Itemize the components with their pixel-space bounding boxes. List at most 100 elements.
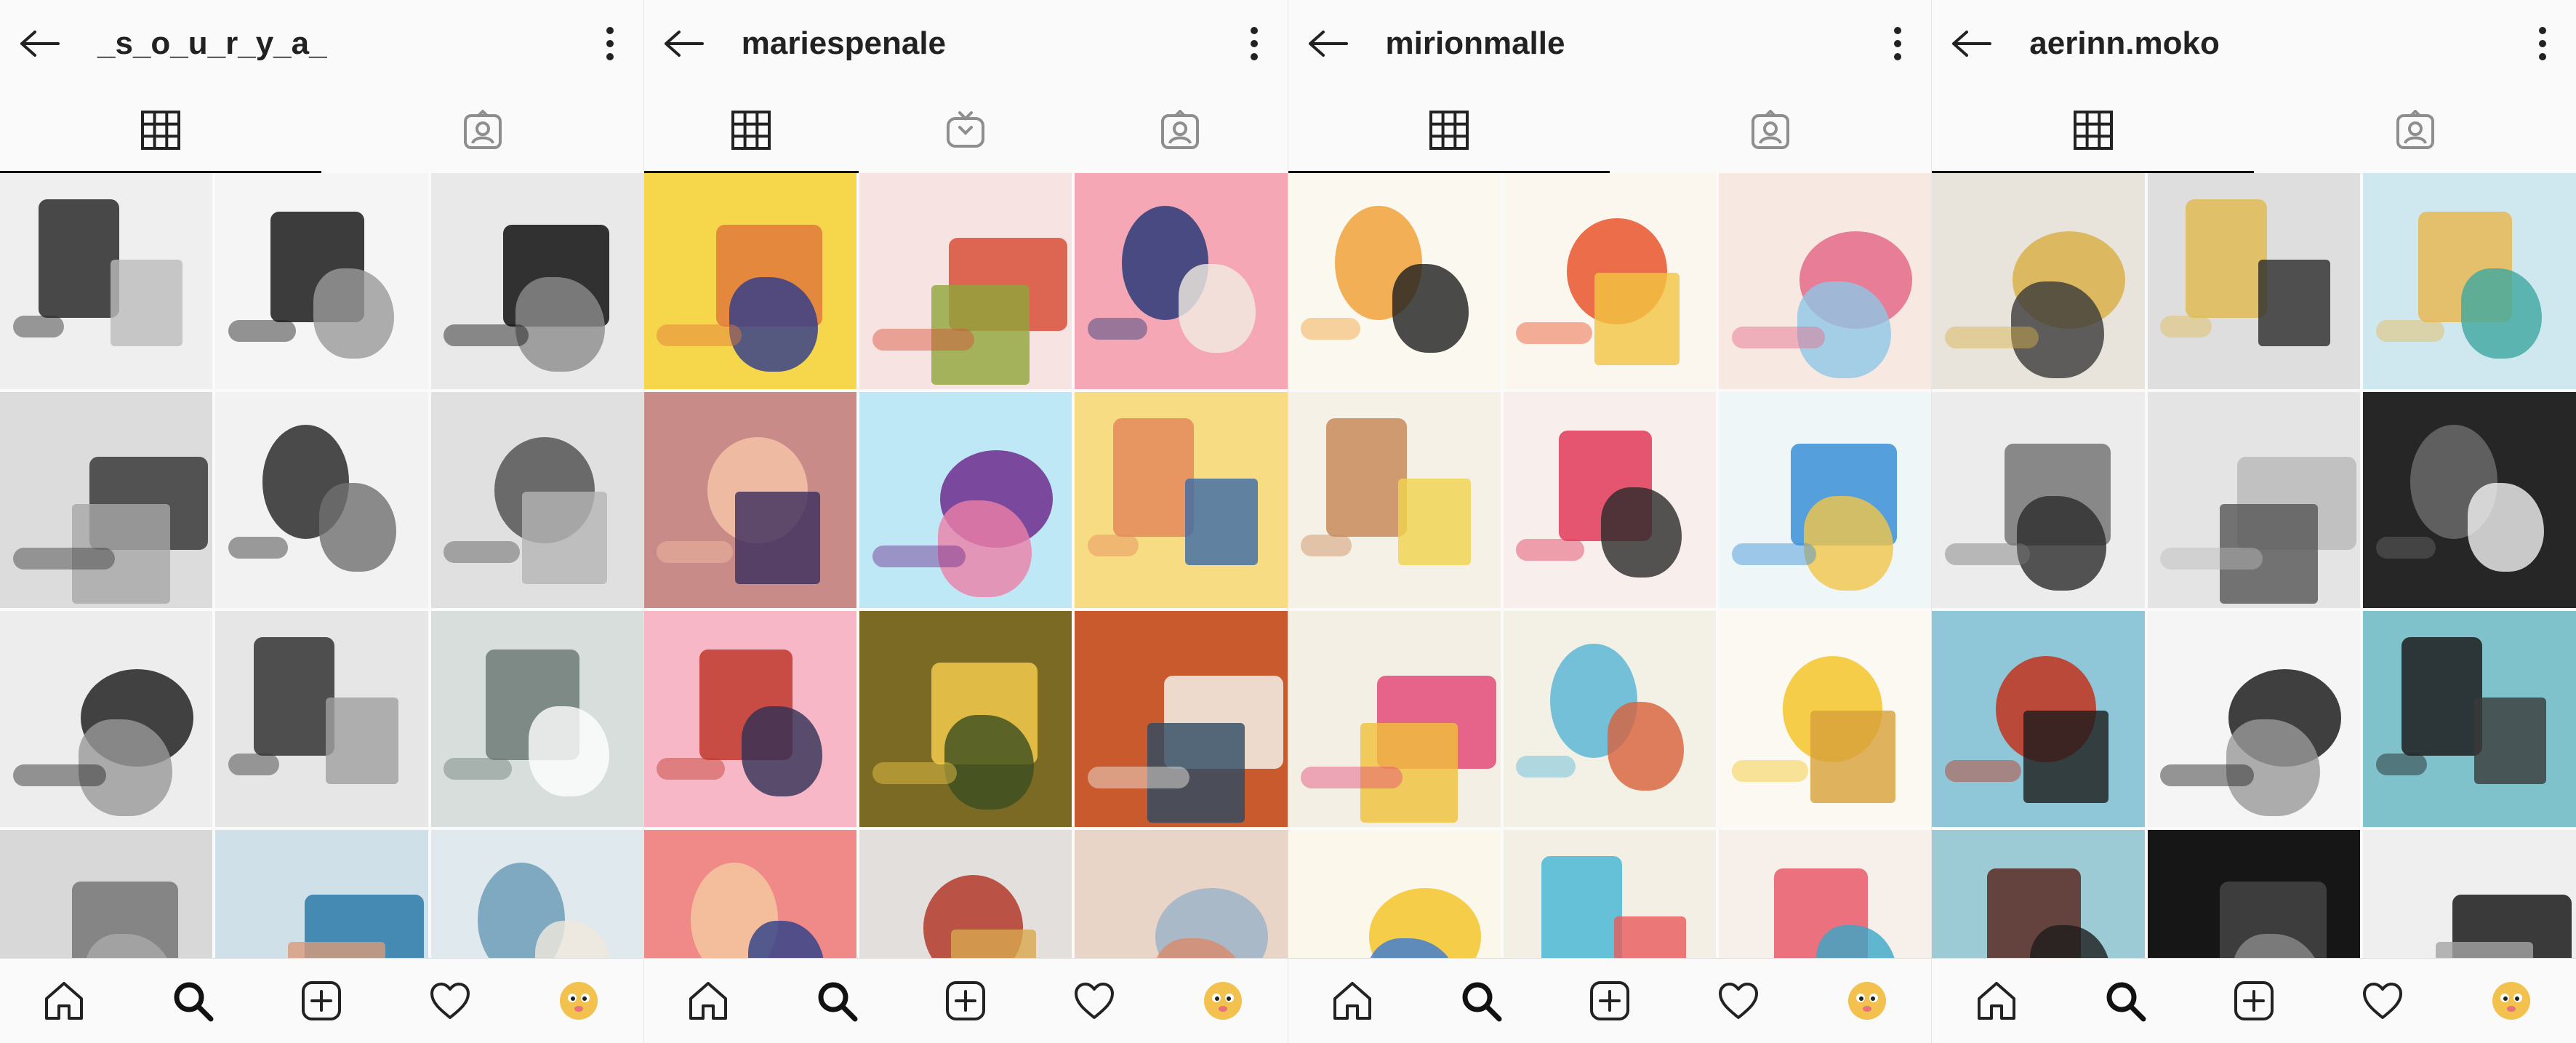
post-thumbnail[interactable] [1503,392,1716,608]
bottom-nav [643,958,1288,1043]
tab-tagged[interactable] [1073,87,1288,173]
post-thumbnail[interactable] [0,830,213,959]
add-post-icon[interactable] [933,968,998,1034]
more-options-icon[interactable] [2528,22,2557,65]
post-thumbnail[interactable] [430,611,643,827]
post-thumbnail[interactable] [0,392,213,608]
post-thumbnail[interactable] [0,611,213,827]
post-thumbnail[interactable] [859,392,1072,608]
post-thumbnail[interactable] [0,173,213,389]
more-options-icon[interactable] [1883,22,1912,65]
home-icon[interactable] [675,968,741,1034]
post-thumbnail[interactable] [1288,611,1501,827]
post-thumbnail[interactable] [2363,830,2576,959]
post-thumbnail[interactable] [215,173,428,389]
post-thumbnail[interactable] [215,392,428,608]
tab-tagged[interactable] [1610,87,1931,173]
post-thumbnail[interactable] [859,611,1072,827]
tab-tagged[interactable] [321,87,643,173]
profile-avatar[interactable] [1190,968,1256,1034]
search-icon[interactable] [1448,968,1514,1034]
artwork-shape [12,316,64,337]
heart-icon[interactable] [2350,968,2415,1034]
back-arrow-icon[interactable] [19,22,63,65]
post-thumbnail[interactable] [1288,173,1501,389]
post-thumbnail[interactable] [2147,830,2361,959]
tab-grid[interactable] [643,87,859,173]
post-grid [1932,173,2576,959]
post-thumbnail[interactable] [215,611,428,827]
home-icon[interactable] [1964,968,2029,1034]
back-arrow-icon[interactable] [1307,22,1351,65]
more-options-icon[interactable] [595,22,625,65]
post-thumbnail[interactable] [1503,611,1716,827]
post-thumbnail[interactable] [2147,611,2361,827]
profile-avatar[interactable] [546,968,611,1034]
profile-avatar[interactable] [2479,968,2544,1034]
post-thumbnail[interactable] [643,830,856,959]
post-thumbnail[interactable] [1075,830,1288,959]
post-thumbnail[interactable] [643,392,856,608]
home-icon[interactable] [1320,968,1385,1034]
post-thumbnail[interactable] [1503,830,1716,959]
tab-tagged[interactable] [2254,87,2576,173]
back-arrow-icon[interactable] [663,22,707,65]
more-options-icon[interactable] [1240,22,1269,65]
post-thumbnail[interactable] [1932,392,2145,608]
artwork-shape [1516,538,1584,561]
post-thumbnail[interactable] [430,392,643,608]
search-icon[interactable] [2093,968,2158,1034]
artwork-shape [228,536,288,559]
post-thumbnail[interactable] [643,173,856,389]
artwork-shape [2467,482,2545,572]
post-thumbnail[interactable] [1503,173,1716,389]
post-thumbnail[interactable] [1932,830,2145,959]
post-thumbnail[interactable] [215,830,428,959]
profile-avatar[interactable] [1834,968,1900,1034]
post-thumbnail[interactable] [643,611,856,827]
add-post-icon[interactable] [289,968,354,1034]
post-thumbnail[interactable] [2363,611,2576,827]
post-thumbnail[interactable] [2363,173,2576,389]
add-post-icon[interactable] [1577,968,1642,1034]
add-post-icon[interactable] [2221,968,2287,1034]
artwork-shape [1613,916,1687,959]
post-thumbnail[interactable] [859,830,1072,959]
tab-grid[interactable] [0,87,322,173]
post-thumbnail[interactable] [2147,392,2361,608]
post-thumbnail[interactable] [859,173,1072,389]
igtv-icon [945,110,986,151]
back-arrow-icon[interactable] [1951,22,1994,65]
search-icon[interactable] [804,968,870,1034]
heart-icon[interactable] [1706,968,1771,1034]
post-thumbnail[interactable] [1288,392,1501,608]
tab-grid[interactable] [1932,87,2255,173]
home-icon[interactable] [31,968,97,1034]
heart-icon[interactable] [417,968,483,1034]
artwork-shape [1810,710,1895,804]
post-thumbnail[interactable] [1288,830,1501,959]
artwork-shape [1301,535,1352,556]
post-thumbnail[interactable] [430,830,643,959]
post-thumbnail[interactable] [1932,611,2145,827]
artwork-shape [1607,701,1685,791]
post-thumbnail[interactable] [1719,611,1932,827]
tab-igtv[interactable] [859,87,1073,173]
post-thumbnail[interactable] [1075,611,1288,827]
post-thumbnail[interactable] [1075,392,1288,608]
post-thumbnail[interactable] [430,173,643,389]
tab-grid[interactable] [1288,87,1610,173]
post-thumbnail[interactable] [2147,173,2361,389]
search-icon[interactable] [160,968,225,1034]
artwork-shape [735,491,821,585]
artwork-shape [2160,764,2255,786]
post-thumbnail[interactable] [1719,173,1932,389]
post-thumbnail[interactable] [1719,830,1932,959]
heart-icon[interactable] [1062,968,1127,1034]
post-thumbnail[interactable] [1075,173,1288,389]
post-grid [1288,173,1932,959]
post-thumbnail[interactable] [2363,392,2576,608]
post-thumbnail[interactable] [1719,392,1932,608]
artwork-shape [1516,755,1576,778]
post-thumbnail[interactable] [1932,173,2145,389]
